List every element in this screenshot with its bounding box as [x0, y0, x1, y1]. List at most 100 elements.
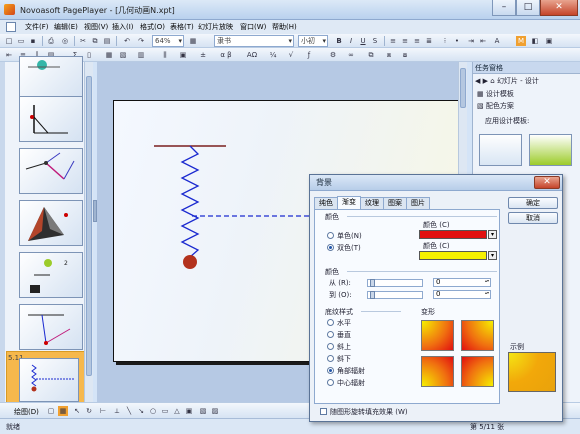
justify-icon[interactable]: ≣	[424, 36, 434, 46]
tab-pattern[interactable]: 图案	[383, 197, 407, 209]
copy-icon[interactable]: ⧉	[90, 36, 100, 46]
grid-snap-icon[interactable]: ▦	[58, 406, 68, 416]
numbering-icon[interactable]: ⁝	[440, 36, 450, 46]
cut-icon[interactable]: ✂	[78, 36, 88, 46]
ok-button[interactable]: 确定	[508, 197, 558, 209]
media-icon[interactable]: ▣	[178, 50, 188, 60]
maximize-button[interactable]: □	[516, 0, 540, 16]
align-left-icon[interactable]: ≡	[388, 36, 398, 46]
template-thumbnail[interactable]	[529, 134, 572, 166]
menu-format[interactable]: 格式(O)	[140, 22, 165, 32]
table-icon[interactable]: ▦	[104, 50, 114, 60]
menu-table[interactable]: 表格(T)	[170, 22, 194, 32]
close-button[interactable]: ✕	[540, 0, 578, 16]
image-icon[interactable]: ▧	[198, 406, 208, 416]
new-slide-icon[interactable]: ▣	[544, 36, 554, 46]
fraction-icon[interactable]: ¼	[268, 50, 278, 60]
slide-thumbnail[interactable]	[19, 148, 83, 194]
design-icon[interactable]: ◧	[530, 36, 540, 46]
dialog-close-button[interactable]: ✕	[534, 176, 560, 189]
slide-thumbnail[interactable]	[19, 304, 83, 350]
preview-icon[interactable]: ◎	[60, 36, 70, 46]
editor-scroll-thumb[interactable]	[460, 68, 466, 108]
link-icon[interactable]: ∞	[346, 50, 356, 60]
to-spinner[interactable]: 0	[433, 290, 491, 299]
task-item-design-template[interactable]: ▦ 设计模板	[473, 88, 580, 100]
shading-diagonal-down-radio[interactable]	[327, 355, 334, 362]
indent-left-icon[interactable]: ⇤	[4, 50, 14, 60]
menu-insert[interactable]: 插入(I)	[112, 22, 134, 32]
slide-thumbnail[interactable]	[19, 96, 83, 142]
minimize-button[interactable]: –	[492, 0, 516, 16]
font-color-icon[interactable]: A	[492, 36, 502, 46]
font-size-select[interactable]: 小初	[298, 35, 328, 47]
bold-icon[interactable]: B	[334, 36, 344, 46]
variant-top-right[interactable]	[461, 320, 494, 351]
shading-diagonal-up-radio[interactable]	[327, 343, 334, 350]
menu-file[interactable]: 文件(F)	[25, 22, 49, 32]
new-icon[interactable]: □	[4, 36, 14, 46]
rotate-icon[interactable]: ↻	[84, 406, 94, 416]
back-icon[interactable]: ◀	[475, 77, 480, 85]
single-color-radio[interactable]	[327, 232, 334, 239]
color1-swatch[interactable]	[419, 230, 487, 239]
outdent-icon[interactable]: ⇤	[478, 36, 488, 46]
slide-thumbnail[interactable]	[19, 200, 83, 246]
group-icon[interactable]: ⧉	[366, 50, 376, 60]
order-icon[interactable]: ⧈	[384, 50, 394, 60]
cancel-button[interactable]: 取消	[508, 212, 558, 224]
tab-gradient[interactable]: 渐变	[337, 196, 361, 209]
tab-picture[interactable]: 图片	[406, 197, 430, 209]
undo-icon[interactable]: ↶	[122, 36, 132, 46]
curve-icon[interactable]: ⟂	[112, 406, 122, 416]
shading-center-radio[interactable]	[327, 379, 334, 386]
symbol-icon[interactable]: ΑΩ	[244, 50, 260, 60]
rectangle-icon[interactable]: ▭	[160, 406, 170, 416]
variant-top-left[interactable]	[421, 320, 454, 351]
open-icon[interactable]: ▭	[16, 36, 26, 46]
zoom-select[interactable]: 64%	[152, 35, 184, 47]
template-thumbnail[interactable]	[479, 134, 522, 166]
paste-icon[interactable]: ▤	[102, 36, 112, 46]
strikethrough-icon[interactable]: S	[370, 36, 380, 46]
two-colors-radio[interactable]	[327, 244, 334, 251]
text-box-icon[interactable]: ▯	[84, 50, 94, 60]
grid-icon[interactable]: ▦	[188, 36, 198, 46]
shading-vertical-radio[interactable]	[327, 331, 334, 338]
align-right-icon[interactable]: ≡	[412, 36, 422, 46]
print-icon[interactable]: ⎙	[46, 36, 56, 46]
arrow-icon[interactable]: ↘	[136, 406, 146, 416]
insert-char-icon[interactable]: ±	[198, 50, 208, 60]
slide-thumbnail-current[interactable]	[19, 358, 79, 402]
pointer-icon[interactable]: ↖	[72, 406, 82, 416]
line-icon[interactable]: ╲	[124, 406, 134, 416]
select-icon[interactable]: ▢	[46, 406, 56, 416]
triangle-icon[interactable]: △	[172, 406, 182, 416]
color2-swatch[interactable]	[419, 251, 487, 260]
chart-icon[interactable]: ▥	[136, 50, 146, 60]
highlight-tool-icon[interactable]: M	[516, 36, 526, 46]
clipart-icon[interactable]: ▨	[210, 406, 220, 416]
tools-icon[interactable]: ⚙	[328, 50, 338, 60]
barcode-icon[interactable]: ⫼	[160, 50, 170, 60]
align-center-icon[interactable]: ≡	[400, 36, 410, 46]
home-icon[interactable]: ⌂	[490, 77, 494, 85]
menu-window[interactable]: 窗口(W)	[240, 22, 266, 32]
forward-icon[interactable]: ▶	[483, 77, 488, 85]
ellipse-icon[interactable]: ○	[148, 406, 158, 416]
from-slider[interactable]	[367, 279, 423, 287]
greek-icon[interactable]: α β	[216, 50, 236, 60]
ungroup-icon[interactable]: ⧇	[400, 50, 410, 60]
variant-bottom-right[interactable]	[461, 356, 494, 387]
formula-icon[interactable]: ƒ	[304, 50, 314, 60]
indent-icon[interactable]: ⇥	[466, 36, 476, 46]
task-item-color-scheme[interactable]: ▧ 配色方案	[473, 100, 580, 112]
from-spinner[interactable]: 0	[433, 278, 491, 287]
menu-edit[interactable]: 编辑(E)	[54, 22, 78, 32]
save-icon[interactable]: ▪	[28, 36, 38, 46]
color1-dropdown[interactable]: ▾	[488, 230, 497, 239]
italic-icon[interactable]: I	[346, 36, 356, 46]
bullets-icon[interactable]: •	[452, 36, 462, 46]
menu-view[interactable]: 视图(V)	[84, 22, 108, 32]
menu-slideshow[interactable]: 幻灯片放映	[198, 22, 233, 32]
